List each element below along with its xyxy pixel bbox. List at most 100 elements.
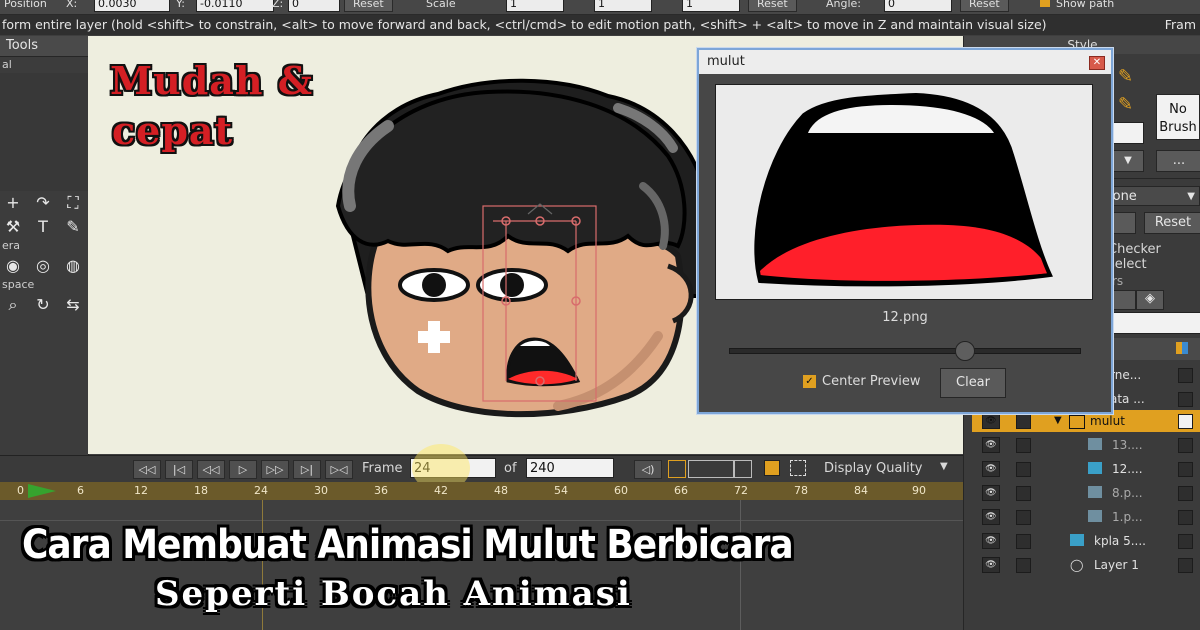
z-field[interactable]: 0: [288, 0, 340, 12]
total-frames-field[interactable]: 240: [526, 458, 614, 478]
layer-row[interactable]: 👁 12....: [972, 458, 1200, 480]
camera-zoom-icon[interactable]: ◎: [32, 256, 54, 275]
tick-6: 6: [77, 484, 84, 497]
badge-line-1: Mudah &: [110, 58, 314, 103]
layer-checkbox[interactable]: [1178, 462, 1193, 477]
layer-checkbox[interactable]: [1178, 414, 1193, 429]
reset-scale-button[interactable]: Reset: [748, 0, 797, 12]
layer-checkbox[interactable]: [1178, 510, 1193, 525]
reset-angle-button[interactable]: Reset: [960, 0, 1009, 12]
layer-checkbox[interactable]: [1178, 534, 1193, 549]
tick-54: 54: [554, 484, 568, 497]
timeline-ruler[interactable]: 0 6 12 18 24 30 36 42 48 54 60 66 72 78 …: [0, 482, 963, 500]
layer-row[interactable]: 👁 ◯ Layer 1: [972, 554, 1200, 576]
reset-position-button[interactable]: Reset: [344, 0, 393, 12]
layer-box[interactable]: [1016, 438, 1031, 453]
style-reset-button[interactable]: Reset: [1144, 212, 1200, 234]
eye-icon[interactable]: 👁: [982, 413, 1000, 429]
layer-row[interactable]: 👁 8.p...: [972, 482, 1200, 504]
layer-search-input[interactable]: [1112, 312, 1200, 334]
tools-sub-space: space: [2, 278, 35, 291]
eye-icon[interactable]: 👁: [982, 557, 1000, 573]
quality-checkbox[interactable]: [764, 460, 780, 476]
grid-small-icon[interactable]: [734, 460, 752, 478]
audio-icon[interactable]: ◁): [634, 460, 662, 479]
add-icon[interactable]: +: [2, 193, 24, 213]
shear-icon[interactable]: ⛶: [62, 193, 84, 213]
layer-checkbox[interactable]: [1178, 486, 1193, 501]
rotate-workspace-icon[interactable]: ↻: [32, 295, 54, 315]
layer-checkbox[interactable]: [1178, 392, 1193, 407]
tick-36: 36: [374, 484, 388, 497]
first-frame-icon[interactable]: |◁: [165, 460, 193, 479]
layer-checkbox[interactable]: [1178, 558, 1193, 573]
no-brush-button[interactable]: No Brush: [1156, 94, 1200, 140]
image-icon: [1088, 486, 1102, 498]
zoom-icon[interactable]: ⌕: [2, 295, 24, 315]
display-quality-label[interactable]: Display Quality: [824, 461, 923, 476]
crop-icon[interactable]: [790, 460, 806, 476]
color-icon[interactable]: [1176, 342, 1188, 354]
chevron-down-icon[interactable]: ▼: [940, 461, 948, 472]
play-icon[interactable]: ▷: [229, 460, 257, 479]
eye-icon[interactable]: 👁: [982, 509, 1000, 525]
pen-icon[interactable]: ✎: [1118, 66, 1133, 87]
layers-label: rs: [1112, 274, 1124, 288]
slider-thumb[interactable]: [955, 341, 975, 361]
close-icon[interactable]: ✕: [1089, 56, 1105, 70]
layer-row[interactable]: 👁 13....: [972, 434, 1200, 456]
layer-box[interactable]: [1016, 414, 1031, 429]
step-forward-icon[interactable]: ▷▷: [261, 460, 289, 479]
text-icon[interactable]: T: [32, 217, 54, 236]
layer-checkbox[interactable]: [1178, 368, 1193, 383]
scale-y-field[interactable]: 1: [594, 0, 652, 12]
rewind-icon[interactable]: ◁◁: [133, 460, 161, 479]
layer-box[interactable]: [1016, 534, 1031, 549]
layer-row[interactable]: 👁 1.p...: [972, 506, 1200, 528]
dropdown-button[interactable]: ▼: [1112, 150, 1144, 172]
layer-tool-b-icon[interactable]: ◈: [1136, 290, 1164, 310]
y-field[interactable]: -0.0110: [196, 0, 274, 12]
layer-checkbox[interactable]: [1178, 438, 1193, 453]
brush-icon[interactable]: ✎: [1118, 94, 1133, 115]
scale-label: Scale: [426, 0, 456, 10]
fill-swatch[interactable]: [1112, 122, 1144, 144]
camera-roll-icon[interactable]: ◍: [62, 256, 84, 275]
preview-pane: [715, 84, 1093, 300]
last-frame-icon[interactable]: ▷|: [293, 460, 321, 479]
show-path-checkbox[interactable]: Show path: [1040, 0, 1114, 10]
image-icon: [1088, 462, 1102, 474]
eyedropper-icon[interactable]: ✎: [62, 217, 84, 236]
step-back-icon[interactable]: ◁◁: [197, 460, 225, 479]
eye-icon[interactable]: 👁: [982, 485, 1000, 501]
angle-field[interactable]: 0: [884, 0, 952, 12]
layer-box[interactable]: [1016, 558, 1031, 573]
scale-z-field[interactable]: 1: [682, 0, 740, 12]
layer-box[interactable]: [1016, 462, 1031, 477]
eye-icon[interactable]: 👁: [982, 533, 1000, 549]
layer-row[interactable]: 👁 kpla 5....: [972, 530, 1200, 552]
grid-icon[interactable]: [688, 460, 734, 478]
layer-box[interactable]: [1016, 510, 1031, 525]
blend-select[interactable]: lone ▼: [1104, 186, 1200, 206]
rotate-icon[interactable]: ↷: [32, 193, 54, 213]
eye-icon[interactable]: 👁: [982, 437, 1000, 453]
image-icon: [1088, 438, 1102, 450]
position-label: Position: [4, 0, 47, 10]
eye-icon[interactable]: 👁: [982, 461, 1000, 477]
center-preview-checkbox[interactable]: ✓ Center Preview: [803, 374, 921, 389]
x-field[interactable]: 0.0030: [94, 0, 170, 12]
loop-icon[interactable]: ▷◁: [325, 460, 353, 479]
more-button[interactable]: ...: [1156, 150, 1200, 172]
scale-x-field[interactable]: 1: [506, 0, 564, 12]
bone-icon[interactable]: ⚒: [2, 217, 24, 236]
onion-skin-icon[interactable]: [668, 460, 686, 478]
clear-button[interactable]: Clear: [940, 368, 1006, 398]
checker-label[interactable]: Checker select: [1108, 242, 1200, 272]
orbit-icon[interactable]: ⇆: [62, 295, 84, 315]
layer-tool-a[interactable]: [1112, 290, 1136, 310]
camera-track-icon[interactable]: ◉: [2, 256, 24, 275]
layer-name: 8.p...: [1112, 486, 1143, 500]
preview-slider[interactable]: [729, 341, 1081, 361]
layer-box[interactable]: [1016, 486, 1031, 501]
